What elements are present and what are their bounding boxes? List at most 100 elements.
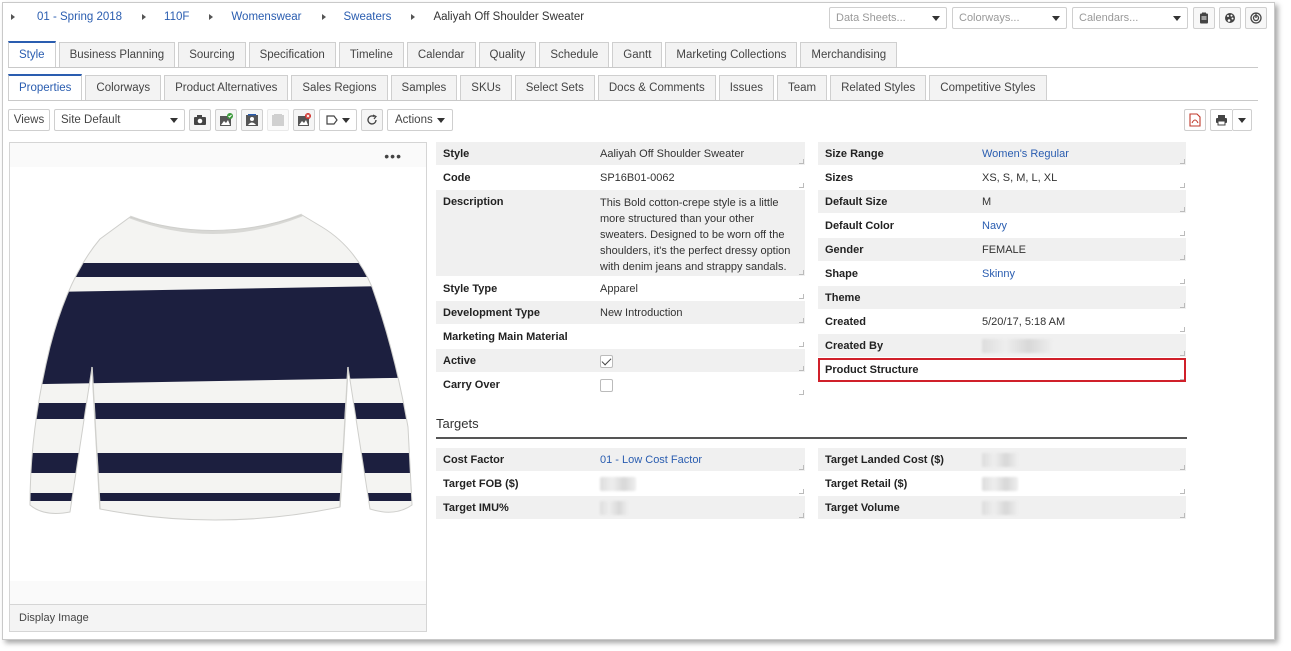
property-value-style[interactable]: Aaliyah Off Shoulder Sweater (594, 142, 805, 165)
tab-sourcing[interactable]: Sourcing (178, 42, 246, 67)
property-label: Target Landed Cost ($) (825, 454, 944, 466)
property-value-target-retail[interactable] (976, 472, 1186, 495)
resize-handle-icon (799, 366, 804, 371)
resize-handle-icon (1180, 465, 1185, 470)
caret-down-icon (1238, 117, 1246, 123)
camera-button[interactable] (189, 109, 211, 131)
spiral-button[interactable] (1245, 7, 1267, 29)
resize-handle-icon (799, 183, 804, 188)
property-value-style-type[interactable]: Apparel (594, 277, 805, 300)
tab-merchandising[interactable]: Merchandising (800, 42, 898, 67)
property-label: Style Type (443, 283, 498, 295)
checkbox-active[interactable] (600, 354, 613, 368)
property-row-active: Active (436, 349, 805, 373)
property-value-development-type[interactable]: New Introduction (594, 301, 805, 324)
data-sheets-select[interactable]: Data Sheets... (829, 7, 947, 29)
image-disabled-button[interactable] (267, 109, 289, 131)
breadcrumb-season[interactable]: 01 - Spring 2018 (37, 11, 122, 23)
subtab-competitive-styles[interactable]: Competitive Styles (929, 75, 1047, 100)
breadcrumb-brand[interactable]: 110F (164, 11, 189, 23)
property-value-target-landed-cost[interactable] (976, 448, 1186, 471)
tab-specification[interactable]: Specification (248, 42, 336, 67)
property-value-marketing-main-material[interactable] (594, 325, 805, 348)
resize-handle-icon (1180, 255, 1185, 260)
subtab-select-sets[interactable]: Select Sets (514, 75, 595, 100)
targets-left: Cost Factor 01 - Low Cost Factor Target FO… (436, 448, 805, 520)
tag-dropdown-button[interactable] (319, 109, 357, 131)
property-value-sizes[interactable]: XS, S, M, L, XL (976, 166, 1186, 189)
property-value-created[interactable]: 5/20/17, 5:18 AM (976, 310, 1186, 333)
subtab-colorways[interactable]: Colorways (85, 75, 162, 100)
image-remove-icon (298, 113, 311, 126)
property-value-product-structure[interactable] (976, 358, 1186, 381)
property-value-code[interactable]: SP16B01-0062 (594, 166, 805, 189)
subtab-team[interactable]: Team (776, 75, 828, 100)
property-value-target-imu[interactable] (594, 496, 805, 519)
pdf-button[interactable] (1184, 109, 1206, 131)
redacted-value (982, 477, 1018, 492)
resize-handle-icon (799, 489, 804, 494)
subtab-properties[interactable]: Properties (8, 74, 83, 100)
colorways-select[interactable]: Colorways... (952, 7, 1067, 29)
tab-quality[interactable]: Quality (478, 42, 537, 67)
tab-timeline[interactable]: Timeline (338, 42, 404, 67)
calendars-placeholder: Calendars... (1079, 12, 1139, 24)
property-value-default-size[interactable]: M (976, 190, 1186, 213)
subtab-product-alternatives[interactable]: Product Alternatives (164, 75, 289, 100)
calendars-select[interactable]: Calendars... (1072, 7, 1188, 29)
clipboard-button[interactable] (1193, 7, 1215, 29)
views-button[interactable]: Views (8, 109, 50, 131)
subtab-related-styles[interactable]: Related Styles (830, 75, 927, 100)
breadcrumb-category[interactable]: Sweaters (344, 11, 392, 23)
resize-handle-icon (1180, 327, 1185, 332)
subtab-docs-comments[interactable]: Docs & Comments (597, 75, 716, 100)
property-value-theme[interactable] (976, 286, 1186, 309)
refresh-button[interactable] (361, 109, 383, 131)
image-remove-button[interactable] (293, 109, 315, 131)
redacted-value (982, 453, 1018, 468)
property-value-target-fob[interactable] (594, 472, 805, 495)
property-value-description[interactable]: This Bold cotton-crepe style is a little… (594, 190, 805, 276)
property-value-created-by[interactable] (976, 334, 1186, 357)
tab-style[interactable]: Style (8, 41, 56, 67)
property-label: Created By (825, 340, 884, 352)
tab-calendar[interactable]: Calendar (406, 42, 476, 67)
data-sheets-placeholder: Data Sheets... (836, 12, 906, 24)
view-select[interactable]: Site Default (54, 109, 185, 131)
property-value-shape[interactable]: Skinny (976, 262, 1186, 285)
tab-schedule[interactable]: Schedule (539, 42, 610, 67)
property-value-target-volume[interactable] (976, 496, 1186, 519)
print-button[interactable] (1210, 109, 1232, 131)
property-row-shape: Shape Skinny (818, 262, 1186, 286)
image-person-button[interactable] (241, 109, 263, 131)
tab-divider (8, 100, 1258, 101)
tab-gantt[interactable]: Gantt (612, 42, 663, 67)
breadcrumb-department[interactable]: Womenswear (231, 11, 301, 23)
style-image[interactable] (10, 167, 426, 581)
resize-handle-icon (799, 513, 804, 518)
subtab-samples[interactable]: Samples (390, 75, 458, 100)
property-value-cost-factor[interactable]: 01 - Low Cost Factor (594, 448, 805, 471)
property-value-size-range[interactable]: Women's Regular (976, 142, 1186, 165)
image-person-icon (246, 114, 258, 126)
subtab-issues[interactable]: Issues (718, 75, 774, 100)
subtab-sales-regions[interactable]: Sales Regions (291, 75, 388, 100)
property-row-carry-over: Carry Over (436, 373, 805, 397)
caret-down-icon (1052, 15, 1060, 21)
chevron-right-icon (321, 14, 326, 20)
property-label: Product Structure (825, 364, 919, 376)
property-value-default-color[interactable]: Navy (976, 214, 1186, 237)
checkbox-carry-over[interactable] (600, 378, 613, 392)
palette-button[interactable] (1219, 7, 1241, 29)
tab-business-planning[interactable]: Business Planning (58, 42, 176, 67)
image-approve-button[interactable] (215, 109, 237, 131)
tab-marketing-collections[interactable]: Marketing Collections (665, 42, 798, 67)
property-row-target-volume: Target Volume (818, 496, 1186, 520)
actions-dropdown[interactable]: Actions (387, 109, 453, 131)
property-value-gender[interactable]: FEMALE (976, 238, 1186, 261)
property-label: Size Range (825, 148, 884, 160)
more-options-icon[interactable]: ••• (384, 149, 402, 163)
print-options-dropdown[interactable] (1232, 109, 1252, 131)
caret-down-icon (437, 117, 445, 123)
subtab-skus[interactable]: SKUs (460, 75, 512, 100)
